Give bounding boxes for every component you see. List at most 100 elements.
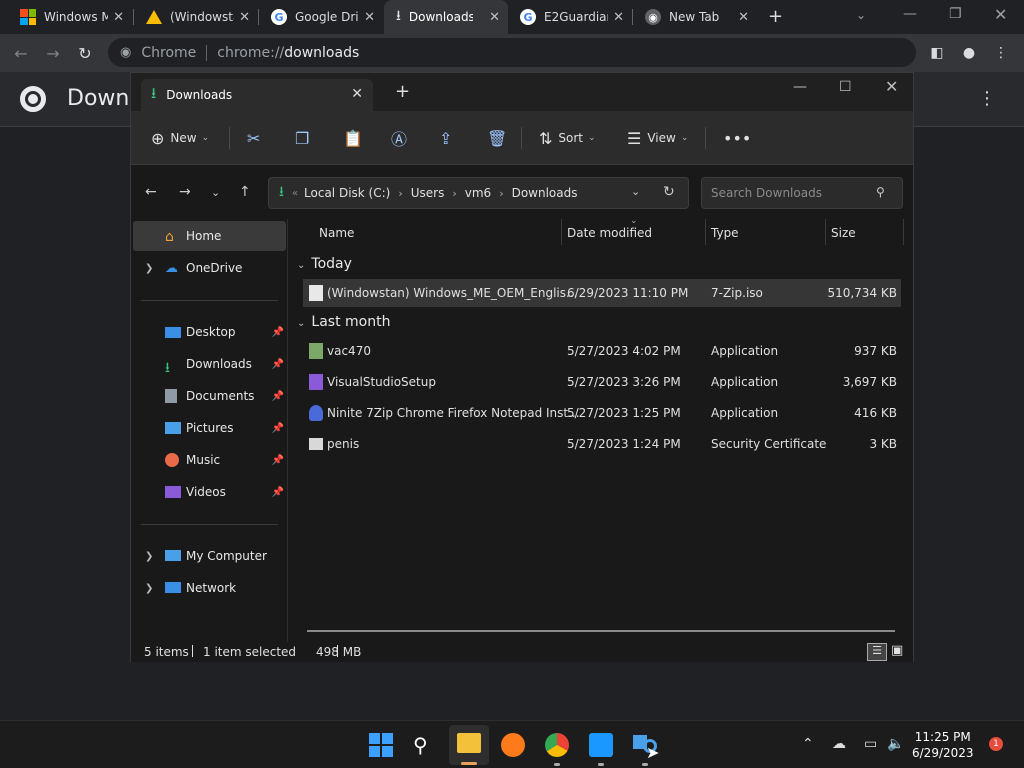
column-divider[interactable]: [903, 219, 904, 245]
breadcrumb-downloads[interactable]: Downloads: [512, 186, 578, 200]
close-icon[interactable]: ✕: [239, 10, 250, 25]
explorer-tab-downloads[interactable]: ⭳ Downloads ✕: [141, 79, 373, 111]
close-window-icon[interactable]: ✕: [885, 77, 898, 96]
column-header-date[interactable]: Date modified: [567, 226, 652, 240]
chevron-up-icon[interactable]: ⌃: [802, 736, 814, 752]
reload-icon[interactable]: ↻: [74, 42, 96, 64]
pin-icon[interactable]: 📌: [272, 487, 284, 498]
new-tab-button[interactable]: +: [768, 6, 783, 27]
table-row[interactable]: vac470 5/27/2023 4:02 PM Application 937…: [303, 337, 901, 365]
up-icon[interactable]: ↑: [239, 184, 251, 200]
nav-item-desktop[interactable]: Desktop 📌: [133, 317, 286, 347]
table-row[interactable]: (Windowstan) Windows_ME_OEM_Englis... 6/…: [303, 279, 901, 307]
breadcrumb-local-disk[interactable]: Local Disk (C:): [304, 186, 390, 200]
share-button[interactable]: ⇪: [439, 128, 452, 148]
pin-icon[interactable]: 📌: [272, 423, 284, 434]
nav-item-documents[interactable]: Documents 📌: [133, 381, 286, 411]
column-header-type[interactable]: Type: [711, 226, 739, 240]
chevron-right-icon[interactable]: ❯: [145, 583, 153, 594]
new-tab-button[interactable]: +: [395, 81, 410, 102]
onedrive-offline-icon[interactable]: ☁: [832, 736, 846, 752]
file-explorer-taskbar-button[interactable]: [449, 725, 489, 765]
tab-search-icon[interactable]: ⌄: [856, 8, 866, 22]
table-row[interactable]: penis 5/27/2023 1:24 PM Security Certifi…: [303, 430, 901, 458]
menu-icon[interactable]: ⋮: [990, 42, 1012, 64]
browser-tab-google-drive[interactable]: G Google Dri ✕: [259, 0, 383, 34]
chevron-right-icon[interactable]: ❯: [145, 551, 153, 562]
forward-icon[interactable]: →: [179, 184, 191, 200]
breadcrumb-vm6[interactable]: vm6: [465, 186, 491, 200]
new-button[interactable]: ⊕ New ⌄: [151, 128, 209, 148]
horizontal-scrollbar[interactable]: [307, 630, 895, 632]
nav-item-pictures[interactable]: Pictures 📌: [133, 413, 286, 443]
back-icon[interactable]: ←: [10, 42, 32, 64]
table-row[interactable]: Ninite 7Zip Chrome Firefox Notepad Inst.…: [303, 399, 901, 427]
see-more-button[interactable]: •••: [723, 128, 751, 148]
tiles-view-icon[interactable]: ▣: [891, 643, 903, 658]
path-bar[interactable]: ⭳ « Local Disk (C:) › Users › vm6 › Down…: [268, 177, 689, 209]
column-header-size[interactable]: Size: [831, 226, 856, 240]
nav-item-my-computer[interactable]: ❯ My Computer: [133, 541, 286, 571]
side-panel-icon[interactable]: ◧: [926, 42, 948, 64]
nav-item-network[interactable]: ❯ Network: [133, 573, 286, 603]
close-icon[interactable]: ✕: [738, 10, 749, 25]
column-header-name[interactable]: Name: [319, 226, 354, 240]
group-header-today[interactable]: ⌄ Today: [297, 256, 352, 272]
search-input[interactable]: Search Downloads ⚲: [701, 177, 903, 209]
minimize-icon[interactable]: —: [793, 79, 807, 95]
close-icon[interactable]: ✕: [364, 10, 375, 25]
paste-button[interactable]: 📋: [343, 128, 363, 148]
browser-tab-downloads[interactable]: ⭳ Downloads ✕: [384, 0, 508, 34]
chevron-right-icon[interactable]: ›: [398, 187, 402, 200]
network-icon[interactable]: ▭: [864, 736, 877, 752]
nav-item-videos[interactable]: Videos 📌: [133, 477, 286, 507]
start-button[interactable]: [369, 733, 393, 757]
cut-button[interactable]: ✂: [247, 128, 260, 148]
notification-badge[interactable]: 1: [989, 737, 1003, 751]
volume-icon[interactable]: 🔈: [887, 736, 904, 752]
chevron-right-icon[interactable]: ›: [452, 187, 456, 200]
browser-tab-e2guardian[interactable]: G E2Guardian ✕: [508, 0, 632, 34]
close-icon[interactable]: ✕: [351, 86, 363, 102]
sort-button[interactable]: ⇅ Sort ⌄: [539, 128, 596, 148]
pin-icon[interactable]: 📌: [272, 359, 284, 370]
overflow-chevron-icon[interactable]: «: [292, 188, 298, 199]
recent-locations-icon[interactable]: ⌄: [211, 186, 220, 199]
pin-icon[interactable]: 📌: [272, 455, 284, 466]
details-view-icon[interactable]: ☰: [867, 643, 887, 661]
column-divider[interactable]: [561, 219, 562, 245]
more-options-icon[interactable]: ⋮: [978, 88, 996, 109]
close-icon[interactable]: ✕: [113, 10, 124, 25]
nav-item-music[interactable]: Music 📌: [133, 445, 286, 475]
restore-icon[interactable]: ❐: [949, 6, 962, 22]
address-bar[interactable]: ◉ Chrome chrome://downloads: [108, 38, 916, 67]
column-divider[interactable]: [825, 219, 826, 245]
rename-button[interactable]: Ⓐ: [391, 128, 407, 149]
nav-item-downloads[interactable]: ⭳ Downloads 📌: [133, 349, 286, 379]
close-icon[interactable]: ✕: [489, 10, 500, 25]
browser-tab-new-tab[interactable]: ◉ New Tab ✕: [633, 0, 757, 34]
delete-button[interactable]: 🗑: [487, 128, 507, 148]
maximize-icon[interactable]: ☐: [839, 79, 852, 95]
minimize-icon[interactable]: —: [903, 6, 917, 22]
pin-icon[interactable]: 📌: [272, 327, 284, 338]
refresh-icon[interactable]: ↻: [663, 184, 675, 200]
back-icon[interactable]: ←: [145, 184, 157, 200]
chevron-down-icon[interactable]: ⌄: [631, 185, 640, 198]
close-window-icon[interactable]: ✕: [994, 5, 1007, 24]
column-divider[interactable]: [705, 219, 706, 245]
group-header-last-month[interactable]: ⌄ Last month: [297, 314, 390, 330]
chevron-right-icon[interactable]: ›: [499, 187, 503, 200]
copy-button[interactable]: ❐: [295, 128, 309, 148]
close-icon[interactable]: ✕: [613, 10, 624, 25]
firefox-icon[interactable]: [501, 733, 525, 757]
view-button[interactable]: ☰ View ⌄: [627, 128, 688, 148]
search-icon[interactable]: ⚲: [413, 733, 437, 757]
forward-icon[interactable]: →: [42, 42, 64, 64]
chevron-right-icon[interactable]: ❯: [145, 263, 153, 274]
breadcrumb-users[interactable]: Users: [411, 186, 445, 200]
nav-item-home[interactable]: ⌂ Home: [133, 221, 286, 251]
profile-icon[interactable]: ●: [958, 42, 980, 64]
chrome-icon[interactable]: [545, 733, 569, 757]
browser-tab-windows[interactable]: Windows M ✕: [8, 0, 132, 34]
